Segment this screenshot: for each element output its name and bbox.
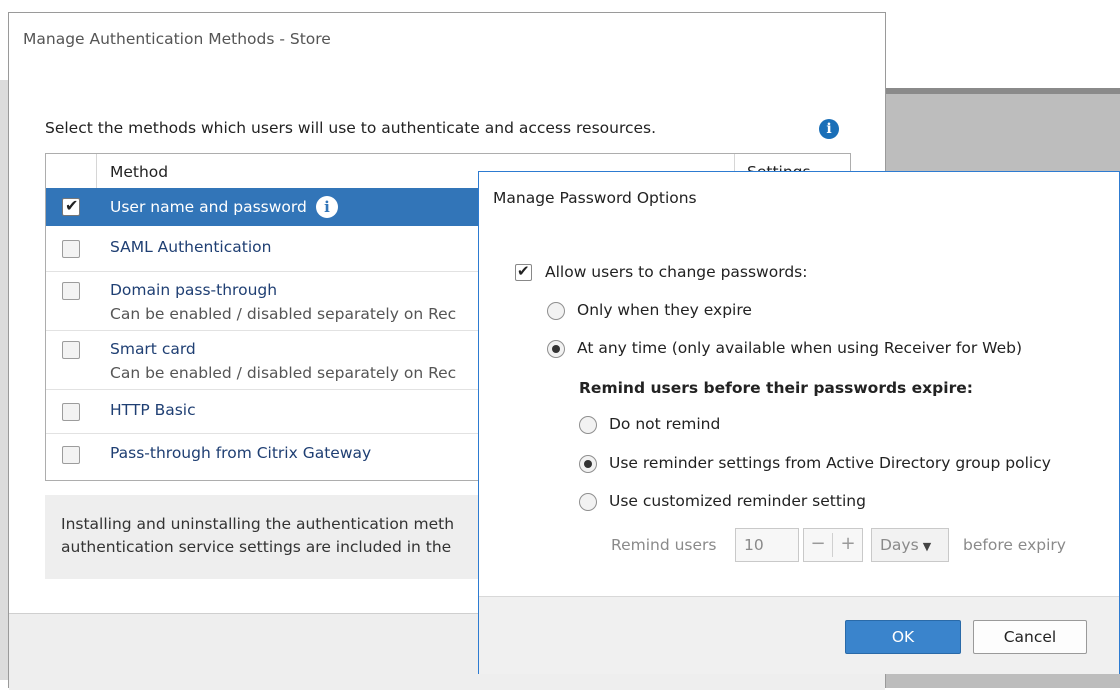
use-custom-radio[interactable] xyxy=(579,493,597,511)
do-not-remind-radio[interactable] xyxy=(579,416,597,434)
method-label: Pass-through from Citrix Gateway xyxy=(110,444,372,462)
checkbox-domain-passthrough[interactable] xyxy=(62,282,80,300)
checkbox-saml[interactable] xyxy=(62,240,80,258)
method-sublabel: Can be enabled / disabled separately on … xyxy=(110,364,457,382)
ok-button[interactable]: OK xyxy=(845,620,961,654)
option-label: Use customized reminder setting xyxy=(609,492,866,510)
method-label: Domain pass-through xyxy=(110,281,278,299)
allow-change-label: Allow users to change passwords: xyxy=(545,263,808,281)
decrement-button[interactable]: − xyxy=(804,533,833,557)
manage-password-options-dialog: Manage Password Options ✔ Allow users to… xyxy=(478,171,1120,674)
method-sublabel: Can be enabled / disabled separately on … xyxy=(110,305,457,323)
at-any-time-radio[interactable] xyxy=(547,340,565,358)
dialog-description: Select the methods which users will use … xyxy=(45,119,657,137)
background-edge xyxy=(0,80,8,680)
background-window-border xyxy=(886,88,1120,94)
header-checkbox-column xyxy=(46,154,97,188)
check-icon: ✔ xyxy=(65,196,79,215)
checkbox-smart-card[interactable] xyxy=(62,341,80,359)
method-label: HTTP Basic xyxy=(110,401,196,419)
checkbox-http-basic[interactable] xyxy=(62,403,80,421)
method-label: User name and password xyxy=(110,198,307,216)
increment-button[interactable]: + xyxy=(834,533,862,554)
method-label: Smart card xyxy=(110,340,196,358)
remind-heading: Remind users before their passwords expi… xyxy=(579,379,973,397)
dialog-title: Manage Authentication Methods - Store xyxy=(23,30,331,48)
option-label: Use reminder settings from Active Direct… xyxy=(609,454,1051,472)
checkbox-username-password[interactable]: ✔ xyxy=(62,196,80,216)
only-when-expire-radio[interactable] xyxy=(547,302,565,320)
remind-users-label: Remind users xyxy=(611,536,717,554)
use-ad-policy-radio[interactable] xyxy=(579,455,597,473)
chevron-down-icon: ▼ xyxy=(922,540,932,553)
info-icon[interactable]: i xyxy=(316,196,338,218)
unit-dropdown[interactable]: Days ▼ xyxy=(871,528,949,562)
method-label: SAML Authentication xyxy=(110,238,272,256)
column-header-method: Method xyxy=(110,163,169,181)
checkbox-citrix-gateway[interactable] xyxy=(62,446,80,464)
unit-value: Days xyxy=(880,536,919,554)
option-label: At any time (only available when using R… xyxy=(577,339,1022,357)
option-label: Only when they expire xyxy=(577,301,752,319)
dialog-title: Manage Password Options xyxy=(493,189,697,207)
remind-days-stepper: − + xyxy=(803,528,863,562)
check-icon: ✔ xyxy=(517,262,530,280)
remind-days-input[interactable] xyxy=(735,528,799,562)
cancel-button[interactable]: Cancel xyxy=(973,620,1087,654)
before-expiry-label: before expiry xyxy=(963,536,1066,554)
info-icon[interactable]: i xyxy=(819,119,839,139)
allow-change-checkbox[interactable]: ✔ xyxy=(515,262,532,281)
option-label: Do not remind xyxy=(609,415,721,433)
